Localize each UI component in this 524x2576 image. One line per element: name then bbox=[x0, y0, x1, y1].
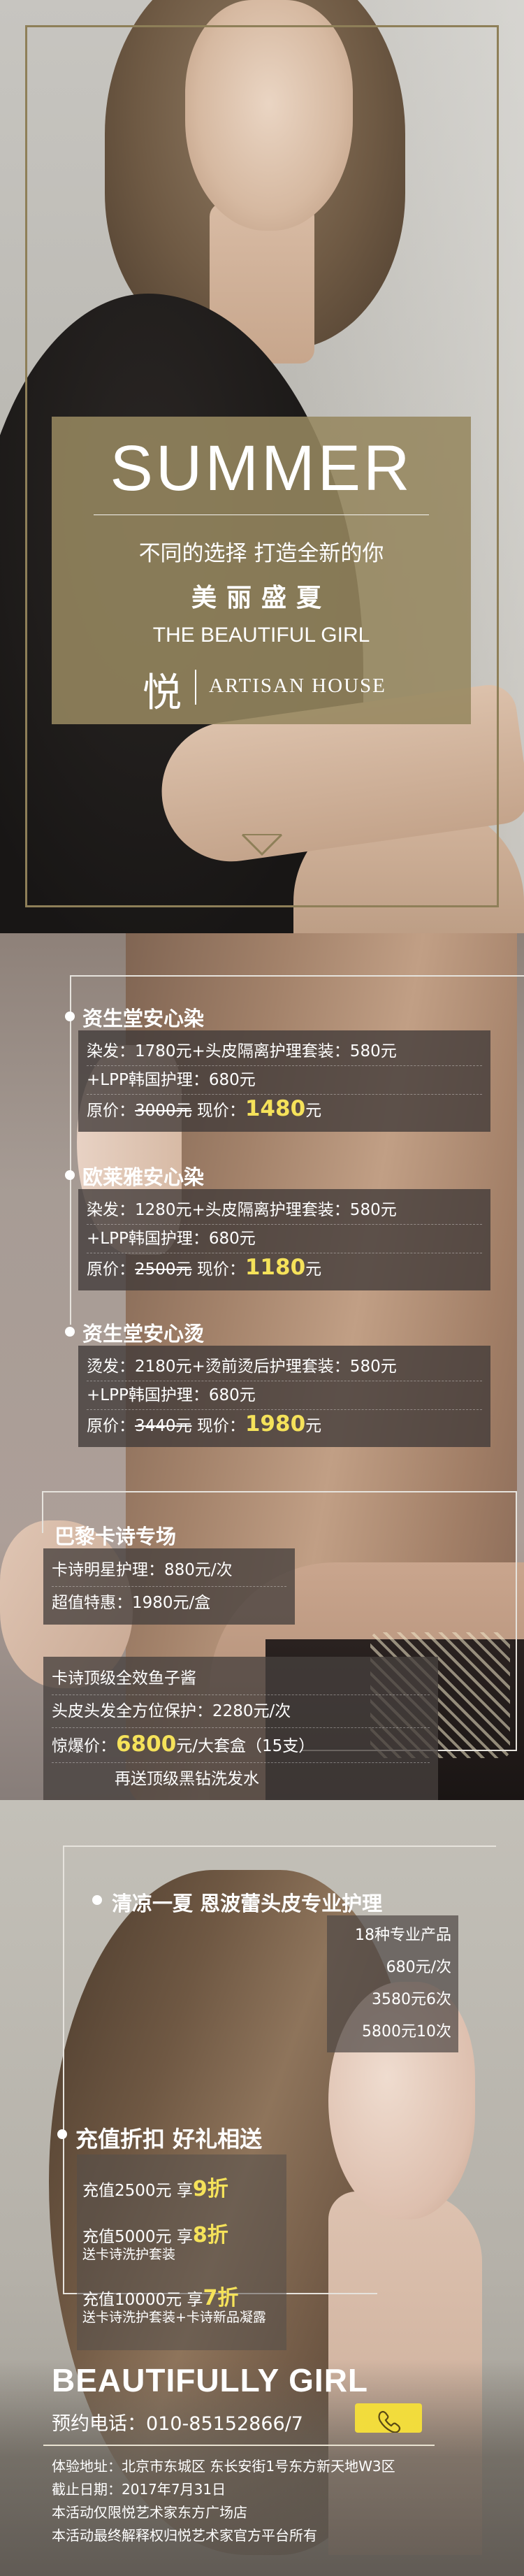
item-title: 资生堂安心染 bbox=[82, 1007, 205, 1030]
footer-title: BEAUTIFULLY GIRL bbox=[52, 2362, 369, 2398]
item-bullet bbox=[65, 1170, 75, 1180]
kashi-detail: 卡诗顶级全效鱼子酱 bbox=[52, 1662, 430, 1695]
scalp-detail: 3580元6次 bbox=[372, 1991, 451, 2008]
price-detail: +LPP韩国护理：680元 bbox=[87, 1381, 482, 1410]
footer-divider bbox=[43, 2445, 435, 2446]
hero-section: SUMMER 不同的选择 打造全新的你 美丽盛夏 THE BEAUTIFUL G… bbox=[0, 0, 524, 933]
brand-logo-glyph: 悦 bbox=[143, 670, 182, 716]
connector-line bbox=[70, 975, 524, 977]
scalp-detail: 680元/次 bbox=[386, 1959, 451, 1976]
hero-headline: 美丽盛夏 bbox=[191, 584, 331, 612]
price-unit: 元 bbox=[305, 1417, 322, 1435]
price-row: 原价：2500元 现价：1180元 bbox=[87, 1253, 482, 1283]
footer-note: 本活动最终解释权归悦艺术家官方平台所有 bbox=[52, 2527, 317, 2544]
price-unit: 元 bbox=[305, 1260, 322, 1279]
kashi-gift: 再送顶级黑钻洗发水 bbox=[115, 1770, 259, 1788]
connector-line bbox=[70, 975, 71, 1325]
price-card: 烫发：2180元+烫前烫后护理套装：580元 +LPP韩国护理：680元 原价：… bbox=[78, 1346, 490, 1447]
item-bullet bbox=[65, 1327, 75, 1337]
kashi-detail: 卡诗明星护理：880元/次 bbox=[52, 1554, 286, 1587]
price-detail: 染发：1780元+头皮隔离护理套装：580元 bbox=[87, 1037, 482, 1066]
chevron-down-icon bbox=[241, 833, 283, 856]
kashi-deal-price: 6800 bbox=[116, 1732, 177, 1757]
recharge-tier-label: 充值2500元 享 bbox=[82, 2182, 193, 2200]
item-title: 欧莱雅安心染 bbox=[82, 1165, 205, 1189]
connector-line bbox=[42, 1491, 517, 1492]
kashi-deal-label: 惊爆价： bbox=[52, 1737, 116, 1755]
brand-logo-divider bbox=[195, 670, 196, 705]
connector-line bbox=[63, 1845, 496, 1847]
scalp-detail: 5800元10次 bbox=[362, 2023, 451, 2041]
now-label: 现价： bbox=[196, 1417, 245, 1435]
kashi-card: 卡诗明星护理：880元/次 超值特惠：1980元/盒 bbox=[43, 1548, 295, 1625]
item-bullet bbox=[92, 1895, 102, 1905]
connector-line bbox=[516, 1491, 517, 1750]
booking-phone: 预约电话：010-85152866/7 bbox=[52, 2413, 303, 2435]
recharge-title: 充值折扣 好礼相送 bbox=[75, 2126, 263, 2152]
phone-icon bbox=[378, 2410, 401, 2433]
kashi-detail: 超值特惠：1980元/盒 bbox=[52, 1594, 211, 1612]
scalp-detail: 18种专业产品 bbox=[355, 1927, 451, 1944]
recharge-gift: 送卡诗洗护套装 bbox=[82, 2247, 176, 2262]
hero-title-panel: SUMMER 不同的选择 打造全新的你 美丽盛夏 THE BEAUTIFUL G… bbox=[52, 417, 471, 724]
price-detail: +LPP韩国护理：680元 bbox=[87, 1225, 482, 1253]
price-card: 染发：1780元+头皮隔离护理套装：580元 +LPP韩国护理：680元 原价：… bbox=[78, 1030, 490, 1132]
brand-logo-text: ARTISAN HOUSE bbox=[209, 675, 386, 697]
price-detail: +LPP韩国护理：680元 bbox=[87, 1066, 482, 1095]
kashi-caviar-card: 卡诗顶级全效鱼子酱 头皮头发全方位保护：2280元/次 惊爆价：6800元/大套… bbox=[43, 1657, 438, 1801]
item-bullet bbox=[57, 2129, 67, 2139]
kashi-detail: 头皮头发全方位保护：2280元/次 bbox=[52, 1695, 430, 1728]
price-detail: 烫发：2180元+烫前烫后护理套装：580元 bbox=[87, 1353, 482, 1381]
price-unit: 元 bbox=[305, 1102, 322, 1120]
now-price: 1180 bbox=[245, 1255, 306, 1280]
footer-address: 体验地址：北京市东城区 东长安街1号东方新天地W3区 bbox=[52, 2458, 395, 2475]
orig-label: 原价： bbox=[87, 1260, 135, 1279]
orig-price: 2500元 bbox=[135, 1260, 192, 1279]
footer-deadline: 截止日期：2017年7月31日 bbox=[52, 2481, 226, 2498]
orig-label: 原价： bbox=[87, 1417, 135, 1435]
promo-page: SUMMER 不同的选择 打造全新的你 美丽盛夏 THE BEAUTIFUL G… bbox=[0, 0, 524, 2576]
scalp-price-card: 18种专业产品 680元/次 3580元6次 5800元10次 bbox=[327, 1915, 458, 2052]
connector-line bbox=[63, 1845, 64, 2293]
kashi-deal-rest: 元/大套盒（15支） bbox=[176, 1737, 315, 1755]
footer-note: 本活动仅限悦艺术家东方广场店 bbox=[52, 2504, 247, 2521]
hero-subtitle: THE BEAUTIFUL GIRL bbox=[152, 624, 370, 647]
now-price: 1480 bbox=[245, 1096, 306, 1121]
hero-title: SUMMER bbox=[110, 433, 413, 504]
call-button[interactable] bbox=[355, 2403, 422, 2433]
item-title: 资生堂安心烫 bbox=[82, 1322, 205, 1346]
price-detail: 染发：1280元+头皮隔离护理套装：580元 bbox=[87, 1196, 482, 1225]
connector-line bbox=[42, 1491, 43, 1533]
recharge-discount: 8折 bbox=[192, 2223, 228, 2247]
orig-price: 3440元 bbox=[135, 1417, 192, 1435]
scalp-title: 清凉一夏 恩波蕾头皮专业护理 bbox=[112, 1892, 383, 1915]
now-price: 1980 bbox=[245, 1411, 306, 1437]
hero-slogan: 不同的选择 打造全新的你 bbox=[138, 541, 384, 566]
item-bullet bbox=[65, 1012, 75, 1021]
now-label: 现价： bbox=[196, 1260, 245, 1279]
orig-label: 原价： bbox=[87, 1102, 135, 1120]
recharge-tier: 充值2500元 享9折 bbox=[82, 2171, 228, 2202]
now-label: 现价： bbox=[196, 1102, 245, 1120]
price-row: 原价：3440元 现价：1980元 bbox=[87, 1410, 482, 1440]
recharge-gift: 送卡诗洗护套装+卡诗新品凝露 bbox=[82, 2310, 266, 2325]
kashi-deal: 惊爆价：6800元/大套盒（15支） bbox=[52, 1728, 430, 1763]
orig-price: 3000元 bbox=[135, 1102, 192, 1120]
kashi-title: 巴黎卡诗专场 bbox=[54, 1525, 177, 1548]
price-row: 原价：3000元 现价：1480元 bbox=[87, 1095, 482, 1125]
price-card: 染发：1280元+头皮隔离护理套装：580元 +LPP韩国护理：680元 原价：… bbox=[78, 1189, 490, 1290]
recharge-discount: 9折 bbox=[192, 2177, 228, 2201]
